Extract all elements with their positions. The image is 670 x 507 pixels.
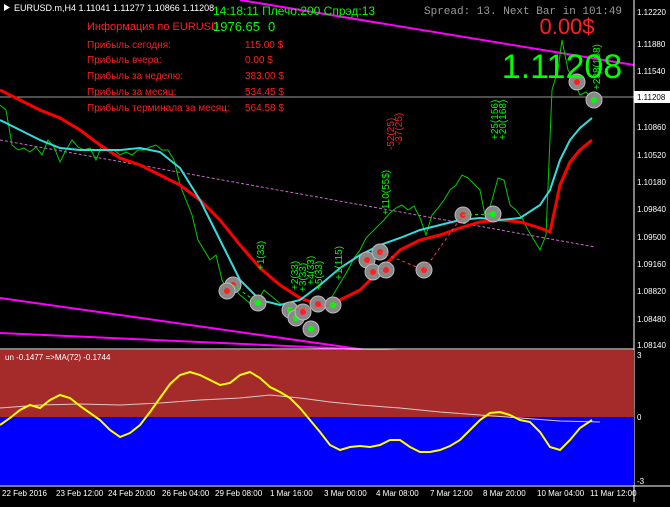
trade-marker[interactable] <box>302 320 320 338</box>
trade-label: +20(168) <box>498 100 509 140</box>
info-row-label: Прибыль сегодня: <box>87 39 171 51</box>
info-row-label: Прибыль за неделю: <box>87 70 183 82</box>
info-panel-title: Информация по EURUSD <box>87 21 219 33</box>
trade-label: +1(115) <box>334 246 345 280</box>
price-tick: 1.10520 <box>637 151 666 160</box>
price-tick: 1.08140 <box>637 341 666 350</box>
time-tick: 4 Mar 08:00 <box>376 489 419 498</box>
time-tick: 8 Mar 20:00 <box>483 489 526 498</box>
trade-label: +5(33) <box>314 261 325 290</box>
time-tick: 3 Mar 00:00 <box>324 489 367 498</box>
trade-marker[interactable] <box>294 303 312 321</box>
time-tick: 23 Feb 12:00 <box>56 489 104 498</box>
trade-label: +1(33) <box>256 241 267 270</box>
info-row-label: Прибыль за месяц: <box>87 86 176 98</box>
price-tick: 1.11540 <box>637 67 666 76</box>
indicator-label: un -0.1477 =>MA(72) -0.1744 <box>5 353 111 362</box>
info-row-label: Прибыль вчера: <box>87 54 162 66</box>
info-row-value: 534.45 $ <box>245 87 284 98</box>
time-tick: 24 Feb 20:00 <box>108 489 156 498</box>
trade-marker[interactable] <box>309 295 327 313</box>
trade-marker[interactable] <box>377 261 395 279</box>
price-tick: 1.08480 <box>637 315 666 324</box>
time-tick: 22 Feb 2016 <box>2 489 47 498</box>
big-price: 1.11208 <box>502 48 622 86</box>
trade-label: -37(25) <box>394 113 405 145</box>
trade-marker[interactable] <box>218 282 236 300</box>
indicator-axis-top: 3 <box>637 351 642 360</box>
info-row-value: 383.00 $ <box>245 71 284 82</box>
price-tick: 1.09840 <box>637 205 666 214</box>
price-tick: 1.10860 <box>637 123 666 132</box>
price-tick: 1.12220 <box>637 8 666 17</box>
info-row-label: Прибыль терминала за месяц: <box>87 102 230 114</box>
trade-marker[interactable] <box>585 91 603 109</box>
indicator-axis-mid: 0 <box>637 413 642 422</box>
time-axis[interactable]: 22 Feb 2016 23 Feb 12:00 24 Feb 20:00 26… <box>2 489 637 498</box>
time-tick: 10 Mar 04:00 <box>537 489 585 498</box>
info-row-value: 564.58 $ <box>245 103 284 114</box>
trade-label: +110(55$) <box>381 170 392 215</box>
time-tick: 29 Feb 08:00 <box>215 489 263 498</box>
price-tick-current: 1.11208 <box>637 93 666 102</box>
time-tick: 7 Mar 12:00 <box>430 489 473 498</box>
price-tick: 1.09500 <box>637 233 666 242</box>
time-tick: 1 Mar 16:00 <box>270 489 313 498</box>
price-tick: 1.09160 <box>637 260 666 269</box>
time-tick: 26 Feb 04:00 <box>162 489 210 498</box>
info-row-value: 0.00 $ <box>245 55 273 66</box>
profit-display: 0.00$ <box>539 14 594 39</box>
trading-chart[interactable]: +1(33) +2(33) +3(33) +4(33) +5(33) +1(11… <box>0 0 670 502</box>
symbol-line: EURUSD.m,H4 1.11041 1.11277 1.10866 1.11… <box>14 3 214 13</box>
balance-suffix: 0 <box>268 19 275 34</box>
price-tick: 1.10180 <box>637 178 666 187</box>
info-row-value: 115.00 $ <box>245 40 284 51</box>
price-tick: 1.08820 <box>637 287 666 296</box>
price-tick: 1.11880 <box>637 40 666 49</box>
indicator-axis-bottom: -3 <box>637 477 645 486</box>
indicator-window[interactable]: un -0.1477 =>MA(72) -0.1744 3 0 -3 <box>0 350 645 486</box>
balance-value: 1976.65 <box>213 19 260 34</box>
status-text: 14:18:11 Плечо:200 Спрэд:13 <box>213 4 375 18</box>
time-tick: 11 Mar 12:00 <box>590 489 637 498</box>
